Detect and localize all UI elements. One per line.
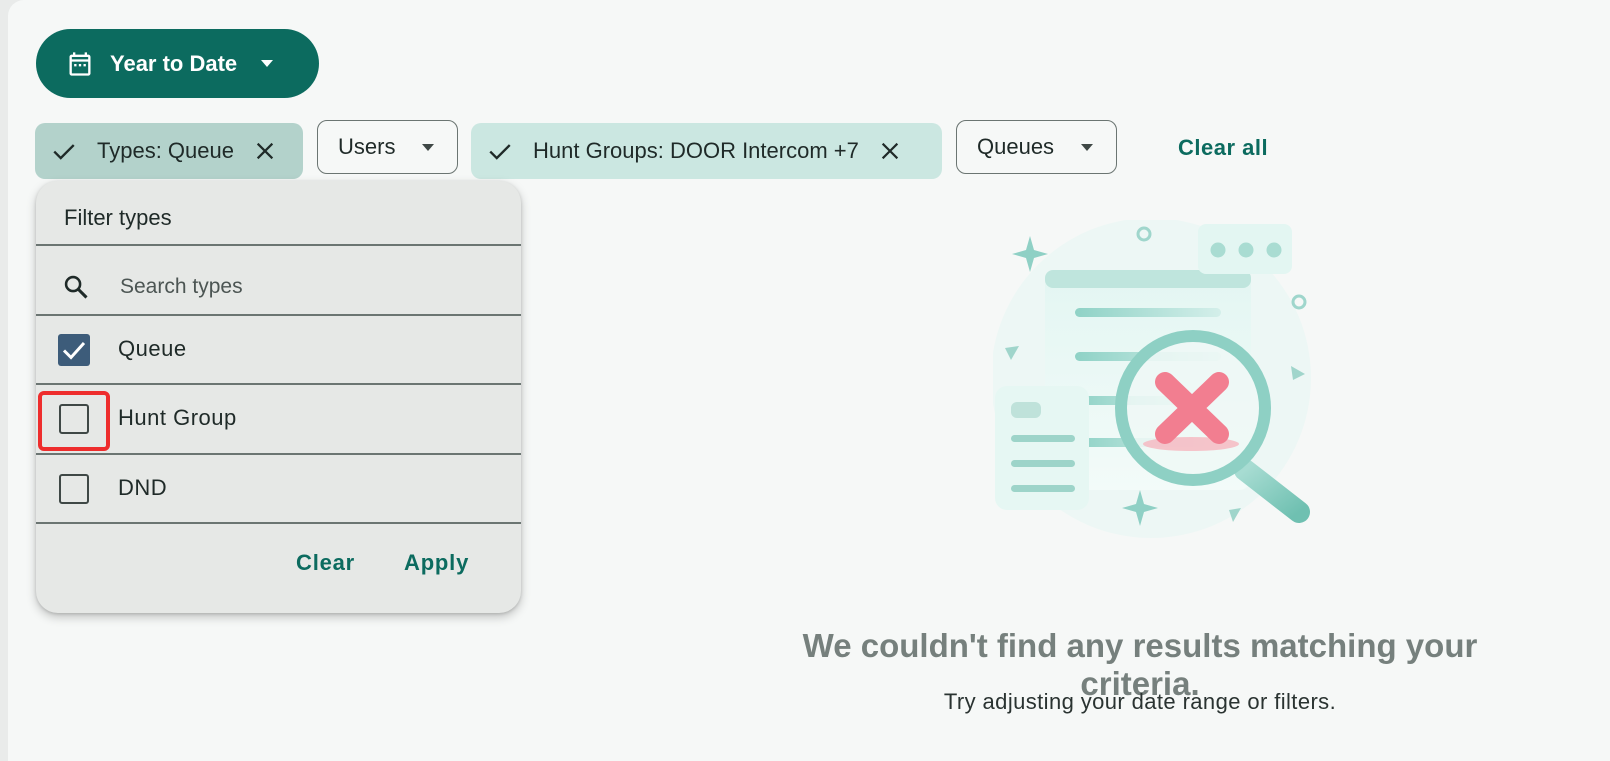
check-icon (62, 341, 86, 360)
no-results-illustration (993, 220, 1311, 538)
queues-chip-label: Queues (977, 134, 1055, 159)
filter-types-panel: Filter types Queue Hunt Group (36, 181, 521, 613)
types-filter-chip[interactable]: Types: Queue (35, 123, 303, 179)
checkbox-unchecked[interactable] (59, 474, 89, 504)
queues-filter-chip[interactable]: Queues (956, 120, 1117, 174)
apply-button[interactable]: Apply (404, 550, 469, 576)
empty-state-subtitle: Try adjusting your date range or filters… (943, 689, 1337, 714)
search-row (36, 251, 521, 321)
option-label: DND (118, 475, 168, 500)
search-types-input[interactable] (118, 269, 502, 305)
check-icon (489, 144, 511, 160)
divider (36, 522, 521, 524)
clear-all-button[interactable]: Clear all (1178, 135, 1268, 161)
option-queue[interactable]: Queue (36, 315, 521, 385)
close-icon[interactable] (254, 140, 276, 162)
option-hunt-group[interactable]: Hunt Group (36, 384, 521, 454)
caret-down-icon (1081, 143, 1094, 151)
caret-down-icon (422, 143, 435, 151)
option-label: Hunt Group (118, 405, 237, 430)
types-chip-label: Types: Queue (97, 138, 234, 163)
checkbox-unchecked[interactable] (59, 404, 89, 434)
search-icon (64, 275, 88, 299)
date-range-label: Year to Date (110, 50, 238, 76)
checkbox-checked[interactable] (58, 334, 90, 366)
option-label: Queue (118, 336, 187, 361)
panel-title: Filter types (64, 205, 172, 230)
users-filter-chip[interactable]: Users (317, 120, 458, 174)
clear-button[interactable]: Clear (296, 550, 355, 576)
caret-down-icon (261, 59, 274, 67)
option-dnd[interactable]: DND (36, 454, 521, 524)
date-range-button[interactable]: Year to Date (36, 29, 319, 98)
page: Year to Date Types: Queue Users Hunt Gro… (8, 0, 1610, 761)
hunt-groups-chip-label: Hunt Groups: DOOR Intercom +7 (533, 138, 859, 163)
close-icon[interactable] (879, 140, 901, 162)
check-icon (53, 144, 75, 160)
users-chip-label: Users (338, 134, 396, 159)
divider (36, 244, 521, 246)
hunt-groups-filter-chip[interactable]: Hunt Groups: DOOR Intercom +7 (471, 123, 942, 179)
calendar-icon (69, 51, 91, 76)
